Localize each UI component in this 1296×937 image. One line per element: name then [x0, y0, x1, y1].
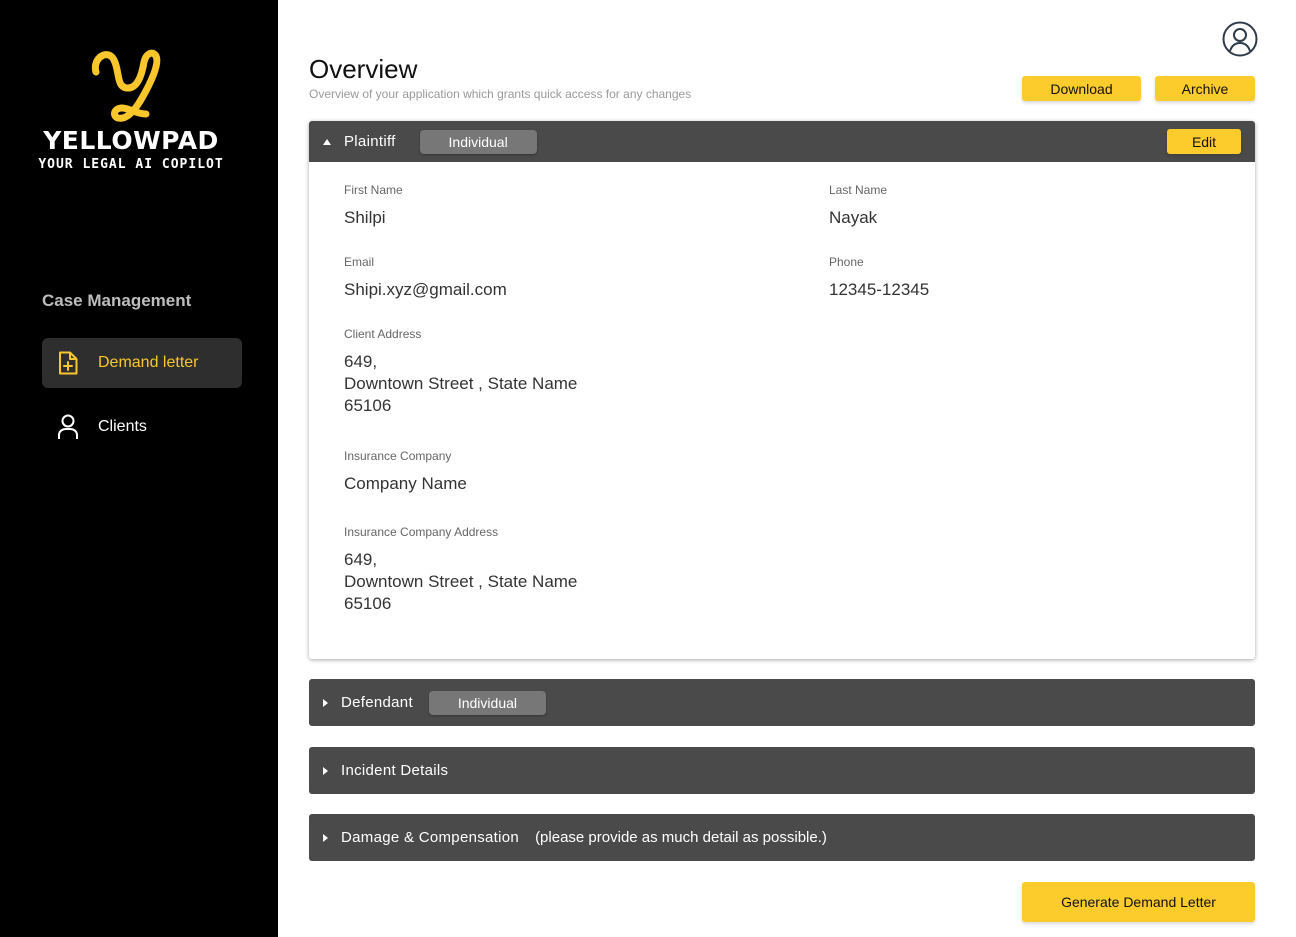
damage-compensation-panel-header[interactable]: Damage & Compensation (please provide as…: [309, 814, 1255, 861]
damage-compensation-note: (please provide as much detail as possib…: [535, 829, 827, 846]
email-field: Email Shipi.xyz@gmail.com: [344, 255, 507, 301]
plaintiff-type-badge[interactable]: Individual: [419, 129, 537, 154]
insurance-address-label: Insurance Company Address: [344, 525, 499, 539]
defendant-type-badge[interactable]: Individual: [428, 690, 546, 715]
caret-right-icon: [323, 698, 328, 707]
last-name-value: Nayak: [829, 208, 878, 227]
defendant-panel[interactable]: Defendant Individual: [309, 679, 1255, 726]
plaintiff-panel: Plaintiff Individual Edit First Name Shi…: [309, 121, 1255, 659]
case-management-heading: Case Management: [42, 291, 192, 310]
sidebar: YELLOWPAD YOUR LEGAL AI COPILOT Case Man…: [0, 0, 278, 937]
brand-logo[interactable]: YELLOWPAD YOUR LEGAL AI COPILOT: [0, 44, 262, 172]
client-address-value: 649, Downtown Street , State Name 65106: [344, 352, 578, 415]
plaintiff-title: Plaintiff: [344, 133, 396, 150]
email-value: Shipi.xyz@gmail.com: [344, 280, 507, 299]
brand-name: YELLOWPAD: [43, 126, 219, 155]
sidebar-item-clients[interactable]: Clients: [42, 402, 242, 452]
plaintiff-panel-header[interactable]: Plaintiff Individual Edit: [309, 121, 1255, 162]
page-title: Overview: [309, 54, 418, 84]
archive-button[interactable]: Archive: [1155, 76, 1255, 101]
sidebar-item-label: Demand letter: [98, 354, 199, 371]
document-plus-icon: [56, 351, 80, 375]
yellowpad-logo-icon: [91, 49, 161, 122]
phone-label: Phone: [829, 255, 864, 269]
caret-up-icon: [323, 138, 331, 145]
incident-details-panel[interactable]: Incident Details: [309, 747, 1255, 794]
insurance-address-value: 649, Downtown Street , State Name 65106: [344, 550, 578, 613]
page-subtitle: Overview of your application which grant…: [309, 87, 692, 101]
defendant-title: Defendant: [341, 694, 413, 711]
email-label: Email: [344, 255, 375, 269]
phone-value: 12345-12345: [829, 280, 930, 299]
download-button[interactable]: Download: [1022, 76, 1141, 101]
incident-details-title: Incident Details: [341, 762, 449, 779]
damage-compensation-title: Damage & Compensation: [341, 829, 520, 846]
brand-tagline: YOUR LEGAL AI COPILOT: [38, 157, 224, 172]
last-name-label: Last Name: [829, 183, 888, 197]
last-name-field: Last Name Nayak: [829, 183, 887, 229]
first-name-value: Shilpi: [344, 208, 386, 227]
damage-compensation-panel[interactable]: Damage & Compensation (please provide as…: [309, 814, 1255, 861]
first-name-field: First Name Shilpi: [344, 183, 403, 229]
caret-right-icon: [323, 833, 328, 842]
edit-button[interactable]: Edit: [1167, 129, 1241, 154]
user-icon: [56, 414, 80, 439]
client-address-field: Client Address 649, Downtown Street , St…: [344, 327, 577, 417]
first-name-label: First Name: [344, 183, 403, 197]
client-address-label: Client Address: [344, 327, 422, 341]
insurance-address-field: Insurance Company Address 649, Downtown …: [344, 525, 577, 615]
caret-right-icon: [323, 766, 328, 775]
defendant-panel-header[interactable]: Defendant Individual: [309, 679, 1255, 726]
profile-avatar-icon[interactable]: [1222, 21, 1258, 57]
sidebar-item-label: Clients: [98, 418, 147, 435]
phone-field: Phone 12345-12345: [829, 255, 929, 301]
generate-demand-letter-button[interactable]: Generate Demand Letter: [1022, 882, 1255, 922]
insurance-company-value: Company Name: [344, 474, 467, 493]
insurance-company-label: Insurance Company: [344, 449, 452, 463]
incident-details-panel-header[interactable]: Incident Details: [309, 747, 1255, 794]
sidebar-item-demand-letter[interactable]: Demand letter: [42, 338, 242, 388]
insurance-company-field: Insurance Company Company Name: [344, 449, 467, 495]
